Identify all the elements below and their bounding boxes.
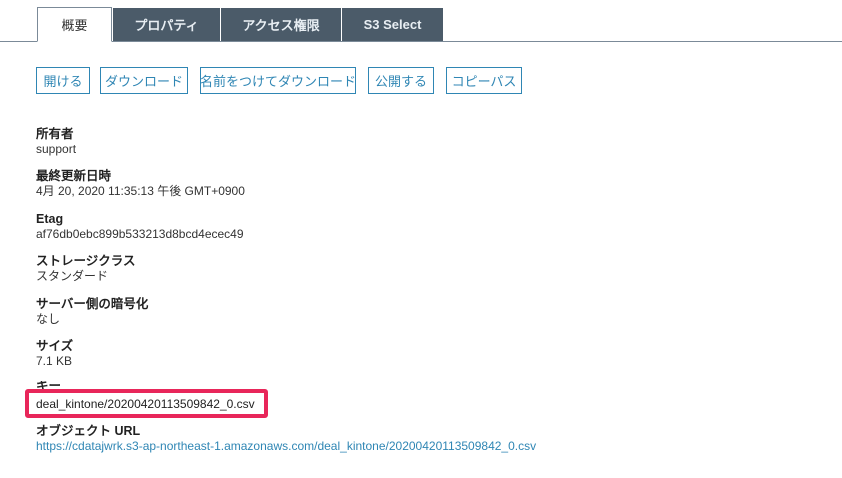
- object-url-link[interactable]: https://cdatajwrk.s3-ap-northeast-1.amaz…: [36, 439, 536, 454]
- storage-class-label: ストレージクラス: [36, 254, 136, 268]
- last-modified-value: 4月 20, 2020 11:35:13 午後 GMT+0900: [36, 184, 245, 198]
- object-url-section: オブジェクト URL https://cdatajwrk.s3-ap-north…: [36, 424, 536, 454]
- storage-class-value: スタンダード: [36, 269, 109, 283]
- object-url-label: オブジェクト URL: [36, 424, 141, 438]
- tab-overview[interactable]: 概要: [37, 7, 112, 42]
- key-label: キー: [36, 381, 62, 389]
- copy-path-button[interactable]: コピーパス: [446, 67, 522, 94]
- download-as-button[interactable]: 名前をつけてダウンロード: [200, 67, 356, 94]
- tab-s3-select[interactable]: S3 Select: [342, 8, 443, 41]
- download-button[interactable]: ダウンロード: [100, 67, 188, 94]
- encryption-section: サーバー側の暗号化 なし: [36, 297, 148, 327]
- owner-section: 所有者 support: [36, 127, 76, 157]
- owner-value: support: [36, 142, 77, 156]
- last-modified-label: 最終更新日時: [36, 169, 112, 183]
- encryption-value: なし: [36, 312, 61, 326]
- tab-divider: [0, 41, 842, 42]
- storage-class-section: ストレージクラス スタンダード: [36, 254, 136, 284]
- etag-section: Etag af76db0ebc899b533213d8bcd4ecec49: [36, 212, 244, 242]
- make-public-button[interactable]: 公開する: [368, 67, 434, 94]
- tab-bar: 概要 プロパティ アクセス権限 S3 Select: [0, 0, 842, 42]
- key-value: deal_kintone/20200420113509842_0.csv: [36, 397, 255, 411]
- etag-value: af76db0ebc899b533213d8bcd4ecec49: [36, 227, 244, 241]
- last-modified-section: 最終更新日時 4月 20, 2020 11:35:13 午後 GMT+0900: [36, 169, 245, 199]
- open-button[interactable]: 開ける: [36, 67, 90, 94]
- size-section: サイズ 7.1 KB: [36, 339, 73, 369]
- tab-permissions[interactable]: アクセス権限: [221, 8, 341, 41]
- etag-label: Etag: [36, 212, 64, 226]
- encryption-label: サーバー側の暗号化: [36, 297, 149, 311]
- owner-label: 所有者: [36, 127, 74, 141]
- size-value: 7.1 KB: [36, 354, 73, 368]
- tab-properties[interactable]: プロパティ: [113, 8, 220, 41]
- size-label: サイズ: [36, 339, 74, 353]
